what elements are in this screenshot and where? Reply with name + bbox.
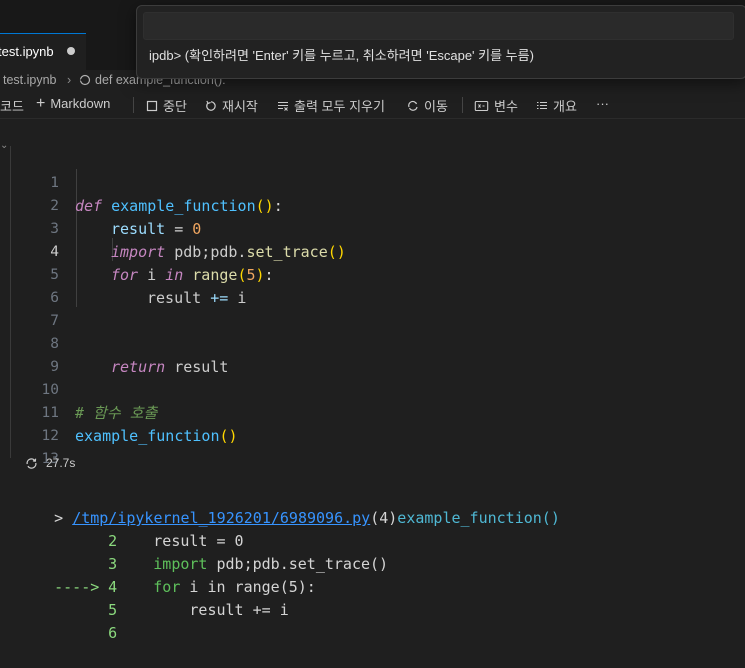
code-line: 6 [14, 264, 59, 306]
restart-button[interactable]: 재시작 [205, 96, 258, 115]
parens: () [219, 427, 238, 445]
comment: # 함수 호출 [75, 404, 158, 422]
code-line: 10 # 함수 호출 [14, 356, 158, 422]
function-icon [79, 74, 91, 86]
goto-icon [408, 100, 418, 111]
cell-execution-status: 27.7s [25, 456, 75, 470]
variables-label: 변수 [494, 99, 518, 114]
function-call: example_function [75, 427, 220, 445]
add-markdown-label: Markdown [50, 96, 111, 111]
prompt-message: ipdb> (확인하려면 'Enter' 키를 누르고, 취소하려면 'Esca… [149, 48, 534, 63]
function-ref: example_function() [397, 509, 560, 527]
ipdb-input-prompt: ipdb> (확인하려면 'Enter' 키를 누르고, 취소하려면 'Esca… [136, 5, 745, 79]
cell-collapse-chevron-icon[interactable]: ⌄ [0, 140, 8, 151]
code-line: 5 result += i [14, 241, 246, 307]
add-code-button[interactable]: 코드 [0, 96, 24, 115]
operator: = [165, 220, 193, 238]
ipdb-input-field[interactable] [143, 12, 734, 40]
pdb-source-line: 2 result = 0 [18, 507, 243, 550]
code-line: 8 return result [14, 310, 228, 376]
goto-button[interactable]: 이동 [407, 96, 448, 115]
pdb-location-line: > /tmp/ipykernel_1926201/6989096.py(4)ex… [18, 484, 560, 527]
variable: result [147, 289, 202, 307]
variable: result [165, 358, 229, 376]
code-line: 7 [14, 287, 59, 329]
paren: ) [255, 266, 265, 284]
code-cell-editor[interactable]: 1 def example_function(): 2 result = 0 3… [14, 146, 745, 467]
code-line: 9 [14, 333, 59, 375]
colon: : [264, 266, 274, 284]
tab-label: test.ipynb [0, 44, 54, 59]
variable: result [111, 220, 166, 238]
number: 5 [246, 266, 256, 284]
keyword-import: import [111, 243, 166, 261]
unsaved-dot-icon[interactable] [67, 47, 75, 55]
more-icon: ··· [596, 96, 609, 111]
spinner-sync-icon [26, 457, 37, 469]
source-code: result [189, 601, 244, 619]
code-line: 1 def example_function(): [14, 149, 282, 215]
keyword-return: return [111, 358, 166, 376]
code-line: 3 import pdb;pdb.set_trace() [14, 195, 346, 261]
goto-label: 이동 [424, 99, 448, 114]
source-line-number: 6 [108, 624, 118, 642]
pdb-source-line: 3 import pdb;pdb.set_trace() [18, 530, 388, 573]
outline-label: 개요 [553, 99, 577, 114]
source-code: += i [243, 601, 289, 619]
add-markdown-button[interactable]: + Markdown [36, 94, 111, 112]
execution-duration: 27.7s [46, 456, 76, 470]
function-call: range [192, 266, 238, 284]
notebook-toolbar: 코드 + Markdown 중단 재시작 출력 모두 지우기 이동 변수 개요 … [0, 92, 745, 118]
indent-guide [76, 169, 77, 307]
restart-label: 재시작 [222, 99, 258, 114]
code-line: 4 for i in range(5): [14, 218, 273, 284]
toolbar-divider [462, 97, 463, 113]
outline-list-icon [537, 101, 547, 109]
more-actions-button[interactable]: ··· [596, 96, 609, 111]
variable: i [138, 266, 166, 284]
tab-test-ipynb[interactable]: test.ipynb [0, 33, 86, 70]
pdb-source-line: 6 [18, 599, 117, 642]
add-code-label: 코드 [0, 99, 24, 114]
code-line: 12 [14, 402, 59, 444]
keyword-for: for [111, 266, 139, 284]
module: pdb;pdb. [165, 243, 247, 261]
function-name: example_function [111, 197, 256, 215]
interrupt-button[interactable]: 중단 [146, 96, 187, 115]
cell-gutter [10, 146, 11, 458]
interrupt-label: 중단 [163, 99, 187, 114]
pdb-source-line: 5 result += i [18, 576, 289, 619]
code-line: 11 example_function() [14, 379, 238, 445]
number: 0 [192, 220, 202, 238]
clear-outputs-button[interactable]: 출력 모두 지우기 [277, 96, 385, 115]
restart-icon [206, 100, 216, 111]
pdb-source-line: ----> 4 for i in range(5): [18, 553, 316, 596]
parens: () [255, 197, 274, 215]
chevron-right-icon: › [67, 73, 72, 87]
cell-output: > /tmp/ipykernel_1926201/6989096.py(4)ex… [0, 484, 745, 642]
code-line: 2 result = 0 [14, 172, 201, 238]
operator: += [201, 289, 238, 307]
line-number-ref: (4) [370, 509, 398, 527]
toolbar-divider [133, 97, 134, 113]
keyword-in: in [165, 266, 184, 284]
breadcrumb-file[interactable]: test.ipynb [3, 73, 57, 87]
variables-button[interactable]: 변수 [474, 96, 518, 115]
variables-icon [474, 100, 489, 111]
function-call: set_trace [246, 243, 328, 261]
clear-outputs-label: 출력 모두 지우기 [294, 99, 385, 114]
keyword-def: def [75, 197, 103, 215]
toolbar-border [0, 118, 745, 119]
stop-icon [146, 100, 158, 111]
parens: () [327, 243, 346, 261]
clear-all-icon [278, 101, 288, 111]
plus-icon: + [36, 94, 46, 112]
outline-button[interactable]: 개요 [536, 96, 577, 115]
colon: : [273, 197, 283, 215]
variable: i [237, 289, 247, 307]
code-line: 13 [14, 425, 59, 467]
